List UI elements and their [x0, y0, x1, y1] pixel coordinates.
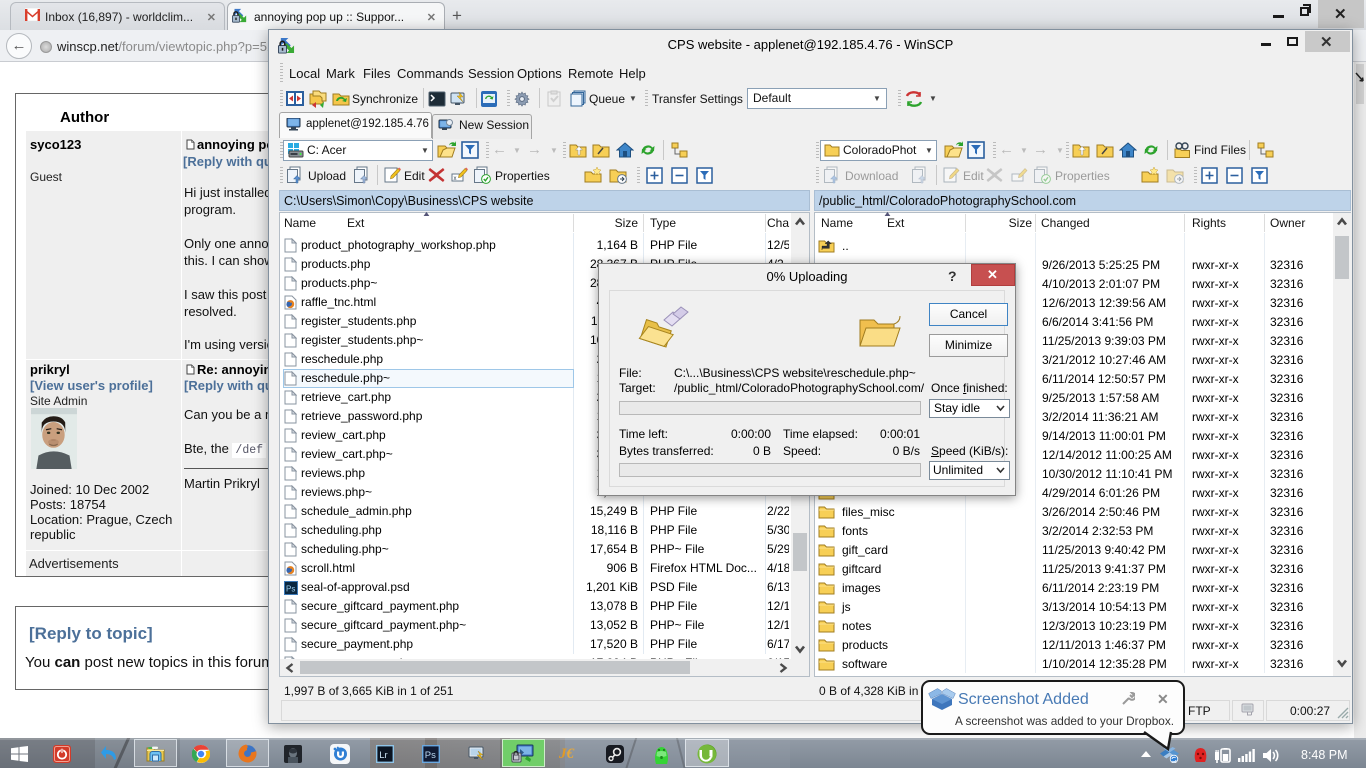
svg-text:x: x — [454, 176, 457, 182]
svg-text:Lr: Lr — [379, 750, 387, 761]
svg-text:Ps: Ps — [286, 585, 295, 594]
svg-text:Ps: Ps — [425, 750, 436, 761]
